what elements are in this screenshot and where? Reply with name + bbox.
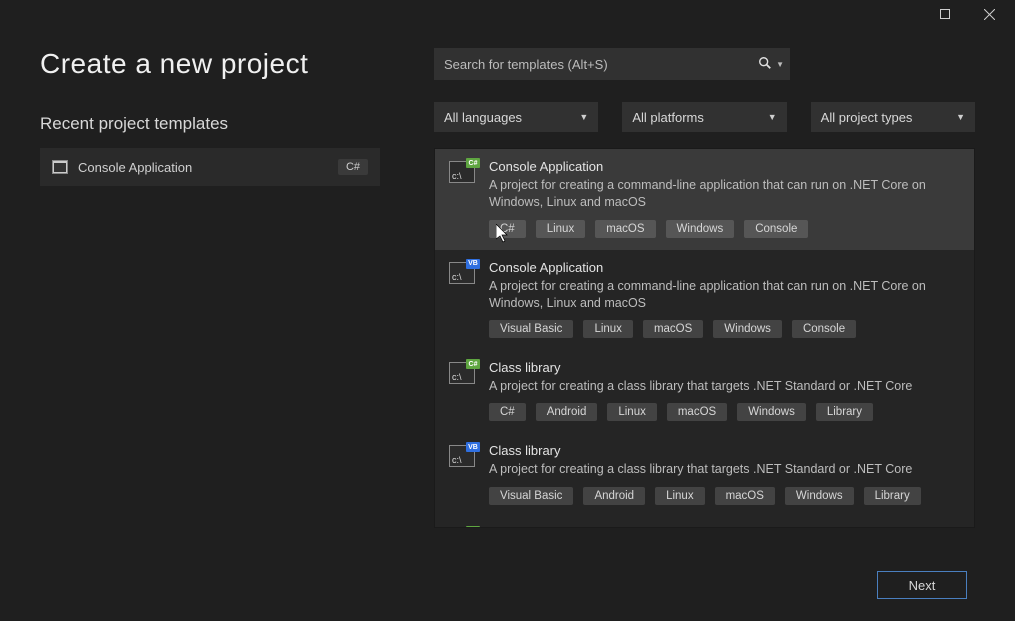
template-tag: Android <box>536 403 598 421</box>
search-placeholder: Search for templates (Alt+S) <box>444 57 758 72</box>
language-filter-label: All languages <box>444 110 522 125</box>
recent-template-item[interactable]: Console Application C# <box>40 148 380 186</box>
template-icon: c:\C# <box>449 360 477 421</box>
template-icon: c:\C# <box>449 159 477 238</box>
template-tag: Library <box>816 403 873 421</box>
template-tag: Windows <box>666 220 735 238</box>
template-tag: macOS <box>667 403 727 421</box>
recent-template-lang: C# <box>338 159 368 175</box>
template-tag: Linux <box>655 487 705 505</box>
template-tag: Linux <box>536 220 586 238</box>
template-tags: Visual Basic Android Linux macOS Windows Libr… <box>489 487 960 505</box>
template-tags: C# Linux macOS Windows Console <box>489 220 960 238</box>
template-icon: c:\VB <box>449 443 477 504</box>
template-tag: C# <box>489 220 526 238</box>
search-dropdown-icon[interactable]: ▼ <box>776 60 784 69</box>
template-name: Class library <box>489 443 960 458</box>
recent-template-name: Console Application <box>78 160 192 175</box>
template-list[interactable]: c:\C# Console Application A project for cr… <box>434 148 975 528</box>
template-tags: C# Android Linux macOS Windows Library <box>489 403 960 421</box>
template-tag: macOS <box>643 320 703 338</box>
template-tag: Windows <box>785 487 854 505</box>
template-tag: Visual Basic <box>489 487 573 505</box>
template-tag: Linux <box>583 320 633 338</box>
platform-filter-dropdown[interactable]: All platforms ▼ <box>622 102 786 132</box>
search-input[interactable]: Search for templates (Alt+S) ▼ <box>434 48 790 80</box>
template-name: Class library <box>489 360 960 375</box>
chevron-down-icon: ▼ <box>768 112 777 122</box>
chevron-down-icon: ▼ <box>579 112 588 122</box>
template-tag: Library <box>864 487 921 505</box>
template-name: Console Application <box>489 159 960 174</box>
template-name: MSTest Test Project (.NET Core) <box>489 527 960 529</box>
template-tag: Console <box>744 220 808 238</box>
page-title: Create a new project <box>40 48 380 80</box>
titlebar <box>0 0 1015 28</box>
template-icon: c:\C# <box>449 527 477 529</box>
template-tag: Visual Basic <box>489 320 573 338</box>
template-name: Console Application <box>489 260 960 275</box>
template-tag: Windows <box>713 320 782 338</box>
template-item[interactable]: c:\VB Console Application A project for cr… <box>435 250 974 351</box>
next-button[interactable]: Next <box>877 571 967 599</box>
template-item[interactable]: c:\C#MSTest Test Project (.NET Core)A pr… <box>435 517 974 529</box>
template-tag: macOS <box>595 220 655 238</box>
template-item[interactable]: c:\VB Class library A project for creating… <box>435 433 974 516</box>
template-description: A project for creating a class library t… <box>489 378 960 395</box>
console-app-icon <box>52 160 68 174</box>
project-type-filter-dropdown[interactable]: All project types ▼ <box>811 102 975 132</box>
template-tag: Windows <box>737 403 806 421</box>
recent-templates-heading: Recent project templates <box>40 114 380 134</box>
template-icon: c:\VB <box>449 260 477 339</box>
chevron-down-icon: ▼ <box>956 112 965 122</box>
template-tag: C# <box>489 403 526 421</box>
search-icon[interactable] <box>758 56 772 73</box>
template-item[interactable]: c:\C# Console Application A project for cr… <box>435 149 974 250</box>
language-filter-dropdown[interactable]: All languages ▼ <box>434 102 598 132</box>
template-tag: Android <box>583 487 645 505</box>
template-tag: Linux <box>607 403 657 421</box>
template-tag: Console <box>792 320 856 338</box>
template-description: A project for creating a class library t… <box>489 461 960 478</box>
template-description: A project for creating a command-line ap… <box>489 177 960 212</box>
template-description: A project for creating a command-line ap… <box>489 278 960 313</box>
template-tag: macOS <box>715 487 775 505</box>
template-tags: Visual Basic Linux macOS Windows Console <box>489 320 960 338</box>
platform-filter-label: All platforms <box>632 110 704 125</box>
maximize-button[interactable] <box>923 0 967 28</box>
template-item[interactable]: c:\C# Class library A project for creating… <box>435 350 974 433</box>
project-type-filter-label: All project types <box>821 110 913 125</box>
close-button[interactable] <box>967 0 1011 28</box>
